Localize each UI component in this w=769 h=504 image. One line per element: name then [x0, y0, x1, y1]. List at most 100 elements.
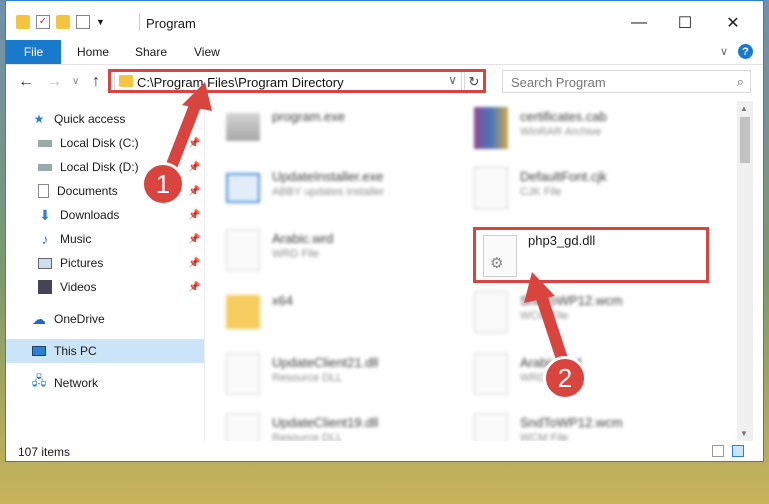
scrollbar-thumb[interactable]	[740, 117, 750, 163]
forward-icon[interactable]: →	[46, 73, 62, 91]
file-type: WCM File	[520, 310, 569, 322]
file-item[interactable]: DefaultFont.cjk CJK File	[454, 161, 684, 213]
dll-file-icon	[226, 353, 260, 395]
file-type: WCM File	[520, 432, 569, 441]
help-icon[interactable]: ?	[738, 44, 753, 59]
up-icon[interactable]: ↑	[92, 73, 100, 91]
file-item[interactable]: program.exe	[206, 101, 436, 153]
large-icons-view-icon[interactable]	[732, 445, 744, 457]
scroll-up-icon[interactable]: ▲	[740, 104, 748, 113]
documents-icon	[38, 184, 49, 198]
file-name: Arabic.wrd	[272, 231, 334, 246]
file-name: UpdateClient19.dll	[272, 415, 379, 430]
vertical-scrollbar[interactable]: ▲ ▼	[737, 101, 753, 441]
file-item[interactable]: SndToWP12.wcm WCM File	[454, 285, 684, 337]
archive-file-icon	[474, 107, 508, 149]
generic-file-icon	[474, 291, 508, 333]
download-icon: ⬇	[39, 206, 51, 223]
sidebar-item-music[interactable]: ♪ Music 📌	[6, 227, 204, 251]
file-name: program.exe	[272, 109, 345, 124]
file-type: WinRAR Archive	[520, 126, 602, 138]
file-name: certificates.cab	[520, 109, 607, 124]
file-item[interactable]: certificates.cab WinRAR Archive	[454, 101, 684, 153]
sidebar-item-label: Network	[54, 376, 99, 390]
sidebar-item-this-pc[interactable]: This PC	[6, 339, 204, 363]
search-icon: ⌕	[736, 74, 744, 89]
file-type: WRD File	[272, 248, 320, 260]
generic-file-icon	[474, 413, 508, 441]
sidebar-item-quick-access[interactable]: ★ Quick access	[6, 107, 204, 131]
dll-file-icon	[226, 413, 260, 441]
step-one-badge: 1	[141, 162, 185, 206]
sidebar-item-label: Local Disk (D:)	[60, 160, 139, 174]
title-bar: ✓ ▼ Program — ☐ ✕	[6, 1, 763, 40]
file-item[interactable]: UpdateInstaller.exe ABBY updates install…	[206, 161, 436, 213]
sidebar-item-onedrive[interactable]: ☁ OneDrive	[6, 307, 204, 331]
sidebar-item-label: Quick access	[54, 112, 126, 126]
file-name: UpdateInstaller.exe	[272, 169, 384, 184]
search-input[interactable]: Search Program ⌕	[502, 70, 751, 93]
maximize-button[interactable]: ☐	[662, 9, 708, 37]
address-highlight	[108, 69, 486, 93]
pane-divider[interactable]	[204, 101, 205, 441]
details-view-icon[interactable]	[712, 445, 724, 457]
file-highlight	[473, 227, 709, 283]
sidebar-item-local-disk-c[interactable]: Local Disk (C:) 📌	[6, 131, 204, 155]
file-name: UpdateClient21.dll	[272, 355, 379, 370]
pin-icon[interactable]: 📌	[188, 234, 200, 245]
toolbar-dropdown-icon[interactable]: ▼	[96, 17, 105, 27]
close-button[interactable]: ✕	[710, 9, 756, 37]
file-type: Resource DLL	[272, 432, 343, 441]
drive-icon	[38, 163, 52, 171]
customize-toolbar-icon[interactable]	[76, 15, 90, 29]
pin-icon[interactable]: 📌	[188, 162, 200, 173]
sidebar-item-downloads[interactable]: ⬇ Downloads 📌	[6, 203, 204, 227]
file-name: x64	[272, 293, 293, 308]
search-placeholder: Search Program	[511, 75, 606, 90]
file-item[interactable]: UpdateClient21.dll Resource DLL	[206, 347, 436, 399]
pin-icon[interactable]: 📌	[188, 282, 200, 293]
step-two-badge: 2	[543, 356, 587, 400]
pin-icon[interactable]: 📌	[188, 186, 200, 197]
status-bar: 107 items	[6, 441, 763, 461]
file-name: SndToWP12.wcm	[520, 415, 623, 430]
pin-icon[interactable]: 📌	[188, 258, 200, 269]
pictures-icon	[38, 257, 52, 269]
exe-file-icon	[226, 113, 260, 141]
tab-home[interactable]: Home	[77, 45, 109, 59]
sidebar-item-label: Pictures	[60, 256, 104, 270]
sidebar-item-label: Downloads	[60, 208, 120, 222]
sidebar-item-network[interactable]: 🖧 Network	[6, 371, 204, 395]
sidebar-item-label: OneDrive	[54, 312, 105, 326]
navigation-pane: ★ Quick access Local Disk (C:) 📌 Local D…	[6, 101, 204, 441]
tab-file[interactable]: File	[6, 40, 61, 64]
file-item[interactable]: Arabic.wrd WRD File	[206, 223, 436, 275]
drive-icon	[38, 139, 52, 147]
music-icon: ♪	[41, 231, 49, 247]
tab-share[interactable]: Share	[135, 45, 167, 59]
pin-icon[interactable]: 📌	[188, 138, 200, 149]
back-icon[interactable]: ←	[18, 73, 34, 91]
minimize-button[interactable]: —	[616, 9, 662, 37]
folder-icon[interactable]	[16, 15, 30, 29]
file-item[interactable]: UpdateClient19.dll Resource DLL	[206, 407, 436, 441]
tab-view[interactable]: View	[194, 45, 220, 59]
sidebar-item-videos[interactable]: Videos 📌	[6, 275, 204, 299]
properties-icon[interactable]: ✓	[36, 15, 50, 29]
file-type: CJK File	[520, 186, 562, 198]
generic-file-icon	[474, 353, 508, 395]
quick-access-toolbar: ✓ ▼	[16, 15, 105, 29]
scroll-down-icon[interactable]: ▼	[740, 429, 748, 438]
cloud-icon: ☁	[32, 310, 46, 327]
sidebar-item-pictures[interactable]: Pictures 📌	[6, 251, 204, 275]
file-item[interactable]: SndToWP12.wcm WCM File	[454, 407, 684, 441]
new-folder-icon[interactable]	[56, 15, 70, 29]
recent-locations-icon[interactable]: ∨	[72, 76, 79, 87]
expand-ribbon-icon[interactable]: ∨	[720, 45, 728, 58]
file-item[interactable]: x64	[206, 285, 436, 337]
pin-icon[interactable]: 📌	[188, 210, 200, 221]
installer-file-icon	[226, 173, 260, 203]
file-type: Resource DLL	[272, 372, 343, 384]
sidebar-item-label: Music	[60, 232, 92, 246]
file-name: DefaultFont.cjk	[520, 169, 607, 184]
